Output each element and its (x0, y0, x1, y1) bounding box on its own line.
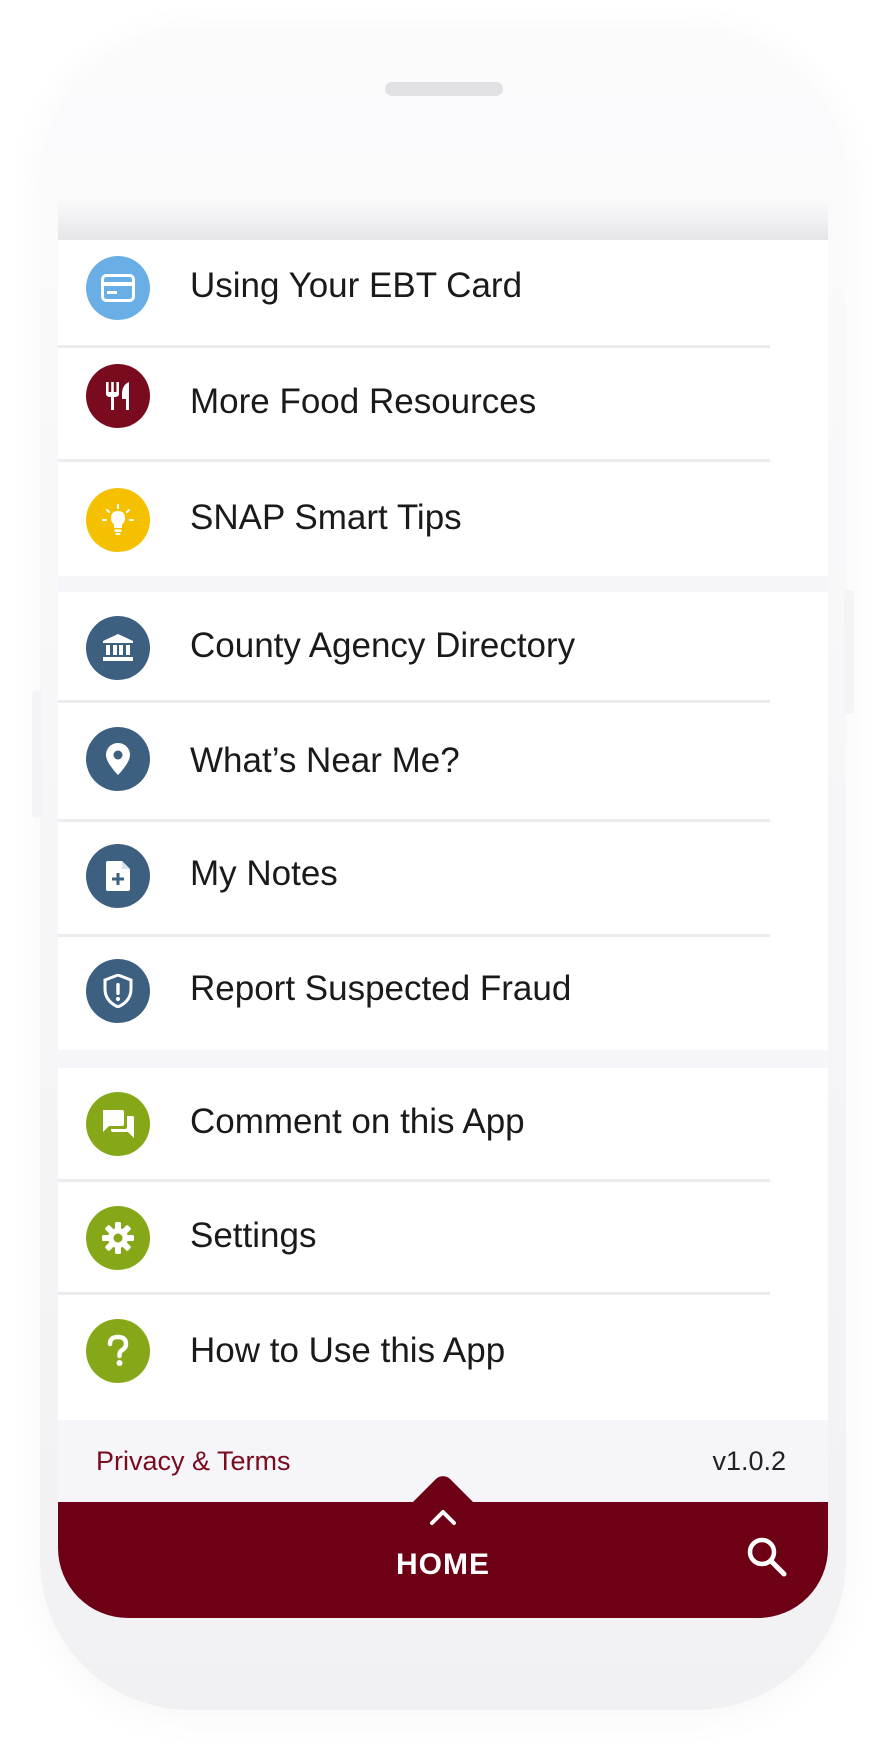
app-screen: Using Your EBT Card More Food Resources (58, 240, 828, 1618)
menu-item-report-fraud[interactable]: Report Suspected Fraud (58, 937, 828, 1047)
privacy-terms-link[interactable]: Privacy & Terms (96, 1446, 291, 1477)
menu-item-county-directory[interactable]: County Agency Directory (58, 592, 828, 702)
credit-card-icon (86, 256, 150, 320)
home-button[interactable]: HOME (343, 1502, 543, 1618)
screen-top-shadow (58, 200, 828, 240)
note-add-icon (86, 844, 150, 908)
menu-item-label: Comment on this App (190, 1102, 525, 1141)
map-pin-icon (86, 727, 150, 791)
bottom-nav-bar: HOME (58, 1471, 828, 1618)
menu-item-near-me[interactable]: What’s Near Me? (58, 703, 828, 813)
lightbulb-icon (86, 488, 150, 552)
device-side-button-left (32, 690, 42, 818)
device-speaker (385, 82, 503, 96)
shield-alert-icon (86, 959, 150, 1023)
menu-item-label: How to Use this App (190, 1331, 506, 1370)
menu-item-smart-tips[interactable]: SNAP Smart Tips (58, 462, 828, 572)
search-icon (747, 1537, 787, 1577)
menu-item-my-notes[interactable]: My Notes (58, 822, 828, 932)
menu-item-label: Settings (190, 1216, 317, 1255)
device-side-button-right (844, 590, 854, 714)
menu-item-label: What’s Near Me? (190, 741, 460, 780)
menu-item-label: SNAP Smart Tips (190, 498, 462, 537)
menu-item-settings[interactable]: Settings (58, 1182, 828, 1292)
menu-group-services: County Agency Directory What’s Near Me? (58, 592, 828, 1050)
menu-group-app: Comment on this App Settings How to Use … (58, 1068, 828, 1420)
menu-item-label: Using Your EBT Card (190, 266, 523, 305)
menu-item-ebt-card[interactable]: Using Your EBT Card (58, 240, 828, 350)
menu-item-food-resources[interactable]: More Food Resources (58, 348, 828, 458)
chat-bubbles-icon (86, 1092, 150, 1156)
menu-group-food: Using Your EBT Card More Food Resources (58, 240, 828, 576)
app-version: v1.0.2 (712, 1446, 786, 1476)
home-label: HOME (396, 1548, 490, 1581)
menu-item-label: County Agency Directory (190, 626, 576, 665)
search-button[interactable] (744, 1534, 790, 1580)
menu-item-label: My Notes (190, 854, 338, 893)
bank-building-icon (86, 616, 150, 680)
menu-item-how-to-use[interactable]: How to Use this App (58, 1295, 828, 1405)
menu-item-label: More Food Resources (190, 382, 537, 421)
chevron-up-icon (430, 1510, 456, 1525)
menu-item-label: Report Suspected Fraud (190, 969, 572, 1008)
gear-icon (86, 1206, 150, 1270)
utensils-icon (86, 364, 150, 428)
question-icon (86, 1319, 150, 1383)
menu-item-comment[interactable]: Comment on this App (58, 1068, 828, 1178)
